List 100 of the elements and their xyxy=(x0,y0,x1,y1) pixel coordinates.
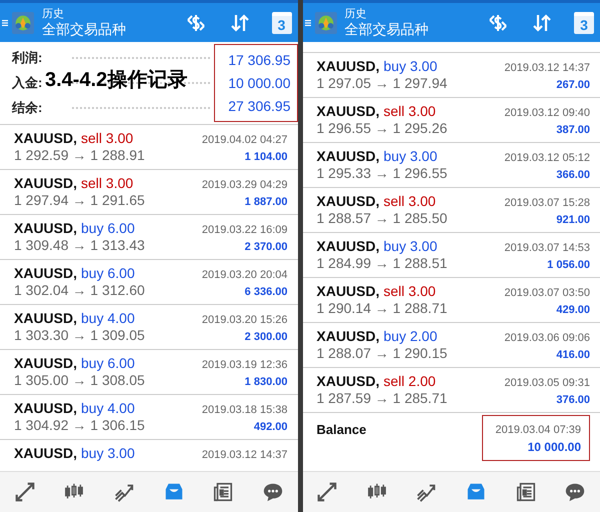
trade-order: buy 2.00 xyxy=(384,328,438,344)
symbol-filter[interactable]: 全部交易品种 xyxy=(344,20,428,37)
chat-icon[interactable] xyxy=(262,481,284,503)
menu-icon[interactable] xyxy=(2,18,8,28)
trade-order: buy 6.00 xyxy=(81,355,135,371)
trade-symbol: XAUUSD, xyxy=(316,103,380,119)
trade-row[interactable]: XAUUSD, sell 3.00 2019.03.12 09:40 1 296.55 → 1 295.26 387.00 xyxy=(302,98,600,143)
screen-title: 历史 xyxy=(42,8,64,21)
trade-prices: 1 297.94 → 1 291.65 xyxy=(14,192,145,208)
trade-prices: 1 295.33 → 1 296.55 xyxy=(316,165,448,181)
symbol-filter[interactable]: 全部交易品种 xyxy=(42,20,126,37)
trade-prices: 1 309.48 → 1 313.43 xyxy=(14,237,145,253)
trade-row[interactable]: XAUUSD, sell 3.00 2019.03.07 15:28 1 288.57 → 1 285.50 921.00 xyxy=(302,188,600,233)
trade-order: sell 3.00 xyxy=(81,175,134,191)
trade-row[interactable]: XAUUSD, sell 3.00 2019.03.29 04:29 1 297.94 → 1 291.65 1 887.00 xyxy=(0,170,298,215)
trade-order: sell 3.00 xyxy=(81,130,134,146)
trade-profit: 1 887.00 xyxy=(244,196,288,208)
trade-symbol: XAUUSD, xyxy=(14,400,78,416)
balance-amount: 10 000.00 xyxy=(528,440,581,454)
trade-order: sell 3.00 xyxy=(384,193,436,209)
trade-profit: 921.00 xyxy=(556,214,590,226)
trade-order: buy 6.00 xyxy=(81,220,135,236)
trade-time: 2019.03.19 12:36 xyxy=(202,359,288,371)
trade-profit: 2 300.00 xyxy=(244,331,288,343)
trade-prices: 1 287.59 → 1 285.71 xyxy=(316,390,448,406)
trade-symbol: XAUUSD, xyxy=(14,445,78,461)
trade-symbol: XAUUSD, xyxy=(316,238,380,254)
trade-prices: 1 303.30 → 1 309.05 xyxy=(14,327,145,343)
trade-time: 2019.03.18 15:38 xyxy=(202,404,288,416)
trade-order: sell 2.00 xyxy=(384,373,436,389)
trade-time: 2019.03.20 20:04 xyxy=(202,269,288,281)
trade-profit: 429.00 xyxy=(556,304,590,316)
trade-row[interactable]: XAUUSD, buy 4.00 2019.03.18 15:38 1 304.92 → 1 306.15 492.00 xyxy=(0,395,298,440)
trade-time: 2019.03.05 09:31 xyxy=(504,377,590,389)
trade-time: 2019.03.29 04:29 xyxy=(202,179,288,191)
trade-time: 2019.03.12 05:12 xyxy=(504,152,590,164)
news-icon[interactable] xyxy=(514,481,537,503)
trade-row[interactable]: XAUUSD, sell 3.00 2019.04.02 04:27 1 292.59 → 1 288.91 1 104.00 xyxy=(0,125,298,170)
app-logo-icon xyxy=(12,12,34,34)
trade-row[interactable]: XAUUSD, buy 2.00 2019.03.06 09:06 1 288.07 → 1 290.15 416.00 xyxy=(302,323,600,368)
trade-order: buy 3.00 xyxy=(81,445,135,461)
trade-order: buy 4.00 xyxy=(81,310,135,326)
chat-icon[interactable] xyxy=(564,481,586,503)
news-icon[interactable] xyxy=(212,481,234,503)
trade-prices: 1 284.99 → 1 288.51 xyxy=(316,255,448,271)
summary-value: 27 306.95 xyxy=(228,98,290,114)
balance-label: Balance xyxy=(316,421,366,439)
trade-row[interactable]: XAUUSD, buy 4.00 2019.03.20 15:26 1 303.30 → 1 309.05 2 300.00 xyxy=(0,305,298,350)
trade-order: sell 3.00 xyxy=(384,283,436,299)
trade-profit: 387.00 xyxy=(556,124,590,136)
trade-row[interactable]: XAUUSD, buy 6.00 2019.03.20 20:04 1 302.04 → 1 312.60 6 336.00 xyxy=(0,260,298,305)
trade-time: 2019.03.12 14:37 xyxy=(504,62,590,74)
trade-symbol: XAUUSD, xyxy=(14,355,78,371)
trade-row[interactable]: XAUUSD, sell 2.00 2019.03.05 09:31 1 287.59 → 1 285.71 376.00 xyxy=(302,368,600,413)
trade-profit: 492.00 xyxy=(254,421,288,433)
summary-label: 利润: xyxy=(12,49,42,68)
trade-time: 2019.03.12 14:37 xyxy=(202,449,288,461)
trade-time: 2019.03.07 15:28 xyxy=(504,197,590,209)
trade-symbol: XAUUSD, xyxy=(316,283,380,299)
trade-prices: 1 297.05 → 1 297.94 xyxy=(316,75,448,91)
trade-symbol: XAUUSD, xyxy=(14,175,78,191)
trade-row[interactable]: XAUUSD, buy 3.00 2019.03.07 14:53 1 284.99 → 1 288.51 1 056.00 xyxy=(302,233,600,278)
trade-prices: 1 290.14 → 1 288.71 xyxy=(316,300,448,316)
balance-time: 2019.03.04 07:39 xyxy=(495,424,581,436)
app-logo-icon xyxy=(314,12,336,34)
trade-symbol: XAUUSD, xyxy=(316,193,380,209)
trade-prices: 1 296.55 → 1 295.26 xyxy=(316,120,448,136)
trade-profit: 6 336.00 xyxy=(244,286,288,298)
trade-order: buy 4.00 xyxy=(81,400,135,416)
trade-row[interactable]: XAUUSD, buy 6.00 2019.03.22 16:09 1 309.48 → 1 313.43 2 370.00 xyxy=(0,215,298,260)
trade-icon[interactable] xyxy=(14,481,36,503)
trade-symbol: XAUUSD, xyxy=(14,310,78,326)
trade-symbol: XAUUSD, xyxy=(316,148,380,164)
trade-symbol: XAUUSD, xyxy=(316,58,380,74)
trade-prices: 1 288.57 → 1 285.50 xyxy=(316,210,448,226)
summary-label: 结余: xyxy=(12,98,42,117)
menu-icon[interactable] xyxy=(304,18,310,28)
trade-row[interactable]: XAUUSD, buy 3.00 2019.03.12 14:37 1 297.05 → 1 297.94 267.00 xyxy=(302,53,600,98)
trade-row[interactable]: XAUUSD, buy 3.00 2019.03.12 05:12 1 295.33 → 1 296.55 366.00 xyxy=(302,143,600,188)
trade-profit: 267.00 xyxy=(556,79,590,91)
trade-profit: 376.00 xyxy=(556,394,590,406)
trade-symbol: XAUUSD, xyxy=(316,328,380,344)
trade-time: 2019.04.02 04:27 xyxy=(202,134,288,146)
trade-row[interactable]: XAUUSD, buy 6.00 2019.03.19 12:36 1 305.00 → 1 308.05 1 830.00 xyxy=(0,350,298,395)
trade-symbol: XAUUSD, xyxy=(14,130,78,146)
trade-prices: 1 302.04 → 1 312.60 xyxy=(14,282,145,298)
summary-value: 10 000.00 xyxy=(228,74,290,91)
trade-profit: 1 056.00 xyxy=(547,259,590,271)
trade-prices: 1 305.00 → 1 308.05 xyxy=(14,372,145,388)
trade-symbol: XAUUSD, xyxy=(14,220,78,236)
trade-time: 2019.03.20 15:26 xyxy=(202,314,288,326)
trade-row[interactable]: XAUUSD, sell 3.00 2019.03.07 03:50 1 290.14 → 1 288.71 429.00 xyxy=(302,278,600,323)
trade-profit: 366.00 xyxy=(556,169,590,181)
trade-order: sell 3.00 xyxy=(384,103,436,119)
trade-order: buy 3.00 xyxy=(384,58,438,74)
trade-row[interactable]: XAUUSD, buy 3.00 2019.03.12 14:37 xyxy=(0,440,298,464)
trade-order: buy 3.00 xyxy=(384,148,438,164)
trade-icon[interactable] xyxy=(316,481,338,503)
balance-row[interactable]: Balance 2019.03.04 07:39 10 000.00 xyxy=(302,413,600,463)
trade-profit: 1 830.00 xyxy=(244,376,288,388)
